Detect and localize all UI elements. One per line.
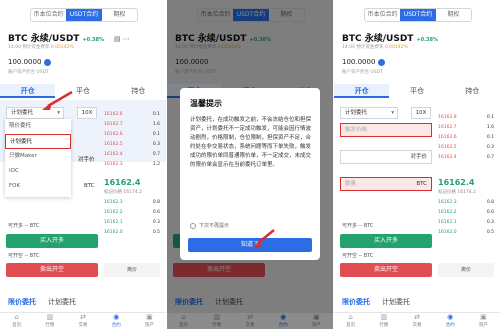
- nav-market[interactable]: ▥ 行情: [33, 313, 66, 329]
- ask-row[interactable]: 16162.4 0.7: [104, 152, 160, 157]
- pair-title[interactable]: BTC 永续/USDT +0.38%: [342, 31, 438, 44]
- pair-change: +0.38%: [82, 37, 104, 43]
- trigger-price-input[interactable]: 触发价格: [340, 123, 432, 137]
- leverage-select[interactable]: 10X: [77, 107, 97, 119]
- chevron-down-icon: ▾: [57, 110, 60, 116]
- tab-limit-orders[interactable]: 限价委托: [8, 296, 36, 308]
- chart-icon[interactable]: ▤ ⋯: [114, 35, 130, 43]
- nav-assets[interactable]: ▣ 资产: [133, 313, 166, 329]
- screen-3-plan-order-form: 币本位合约 USDT合约 期权 BTC 永续/USDT +0.38% 14:00 …: [334, 0, 500, 329]
- tab-close[interactable]: 平仓: [55, 84, 110, 98]
- radio-icon: [190, 222, 196, 229]
- dropdown-item-fok[interactable]: FOK: [5, 179, 71, 194]
- tab-open[interactable]: 开仓: [0, 84, 56, 98]
- last-price: 16162.4: [104, 178, 141, 187]
- nav-contract[interactable]: ◉ 合约: [100, 313, 133, 329]
- nav-home[interactable]: ⌂ 首页: [0, 313, 33, 329]
- mark-price: 标记价格 16174.2: [104, 190, 143, 195]
- qty-unit: BTC: [84, 183, 95, 189]
- modal-body: 计划委托，在成功触发之前，不会冻结仓位和担保资产，计划委托不一定成功触发，可能会…: [190, 117, 312, 168]
- bid-row[interactable]: 16162.2 0.6: [104, 210, 160, 215]
- dont-show-again-checkbox[interactable]: 下次不再提示: [190, 222, 229, 229]
- last-price: 16162.4: [438, 178, 475, 187]
- pair-title[interactable]: BTC 永续/USDT +0.38% ▤ ⋯: [8, 31, 130, 44]
- tab-usdt-margined[interactable]: USDT合约: [66, 9, 102, 21]
- side-action[interactable]: 离价: [438, 263, 494, 277]
- leverage-select[interactable]: 10X: [411, 107, 431, 119]
- balance: 100.0000: [342, 58, 386, 66]
- bottom-nav: ⌂ 首页 ▥ 行情 ⇄ 交易 ◉ 合约 ▣ 资产: [334, 312, 500, 329]
- sell-open-short-button[interactable]: 卖出开空: [340, 263, 432, 277]
- ask-row[interactable]: 16162.3 1.2: [104, 162, 160, 167]
- ask-row[interactable]: 16162.7 1.6: [104, 122, 160, 127]
- funding-rate: 14:00 预计资金费率 0.00142%: [342, 45, 408, 50]
- order-list-tabs: 限价委托 计划委托: [342, 298, 410, 306]
- order-type-select[interactable]: 计划委托 ▾: [340, 107, 398, 119]
- order-type-dropdown: 限价委托 计划委托 只做Maker IOC FOK: [5, 119, 71, 197]
- screen-1-order-type-dropdown: 币本位合约 USDT合约 期权 BTC 永续/USDT +0.38% ▤ ⋯ 14:…: [0, 0, 166, 329]
- home-icon: ⌂: [14, 313, 19, 321]
- ask-row[interactable]: 16162.6 0.1: [104, 132, 160, 137]
- wallet-icon: ▣: [146, 313, 153, 321]
- contract-type-tabs: 币本位合约 USDT合约 期权: [30, 8, 138, 22]
- buy-available: 可开多 -- BTC: [342, 223, 374, 229]
- balance: 100.0000: [8, 58, 52, 66]
- order-list-tabs: 限价委托 计划委托: [0, 296, 166, 308]
- bid-row[interactable]: 16162.0 0.5: [104, 230, 160, 235]
- balance-sub: 账户资产折合 USDT: [342, 70, 383, 75]
- warning-modal: 温馨提示 计划委托，在成功触发之前，不会冻结仓位和担保资产，计划委托不一定成功触…: [180, 88, 320, 260]
- order-tabs: 开仓 平仓 持仓: [334, 84, 500, 98]
- ask-row[interactable]: 16162.5 0.3: [104, 142, 160, 147]
- contract-type-tabs: 币本位合约 USDT合约 期权: [364, 8, 472, 22]
- buy-available: 可开多 -- BTC: [8, 223, 40, 229]
- dropdown-item-limit[interactable]: 限价委托: [5, 119, 71, 134]
- sell-available: 可开空 -- BTC: [8, 253, 40, 259]
- balance-sub: 账户资产折合 USDT: [8, 70, 49, 75]
- contract-icon: ◉: [113, 313, 120, 321]
- order-type-select[interactable]: 计划委托 ▾: [6, 107, 64, 119]
- mark-price: 标记价格 16174.2: [438, 190, 477, 195]
- order-price-input[interactable]: 对手价: [340, 150, 432, 164]
- buy-open-long-button[interactable]: 买入开多: [6, 234, 98, 248]
- quantity-input[interactable]: 数量 BTC: [340, 177, 432, 191]
- modal-title: 温馨提示: [190, 99, 222, 108]
- sell-available: 可开空 -- BTC: [342, 253, 374, 259]
- dropdown-item-plan[interactable]: 计划委托: [5, 134, 71, 149]
- funding-rate: 14:00 预计资金费率 0.00142%: [8, 45, 74, 50]
- bottom-nav: ⌂ 首页 ▥ 行情 ⇄ 交易 ◉ 合约 ▣ 资产: [0, 312, 166, 329]
- buy-open-long-button[interactable]: 买入开多: [340, 234, 432, 248]
- trade-icon: ⇄: [80, 313, 86, 321]
- dropdown-item-maker[interactable]: 只做Maker: [5, 149, 71, 164]
- bid-row[interactable]: 16162.1 0.3: [104, 220, 160, 225]
- market-icon: ▥: [46, 313, 54, 321]
- side-action[interactable]: 离价: [104, 263, 160, 277]
- got-it-button[interactable]: 知道了: [188, 238, 312, 252]
- tab-plan-orders[interactable]: 计划委托: [48, 296, 76, 308]
- tab-options[interactable]: 期权: [102, 9, 137, 21]
- tab-coin-margined[interactable]: 币本位合约: [31, 9, 66, 21]
- transfer-icon[interactable]: [44, 58, 52, 66]
- sell-open-short-button[interactable]: 卖出开空: [6, 263, 98, 277]
- ask-row[interactable]: 16162.8 0.1: [104, 112, 160, 117]
- nav-trade[interactable]: ⇄ 交易: [66, 313, 99, 329]
- order-tabs: 开仓 平仓 持仓: [0, 84, 166, 98]
- dropdown-item-ioc[interactable]: IOC: [5, 164, 71, 179]
- transfer-icon[interactable]: [378, 58, 386, 66]
- price-mode[interactable]: 对手价: [78, 155, 95, 163]
- bid-row[interactable]: 16162.3 0.8: [104, 200, 160, 205]
- tab-position[interactable]: 持仓: [111, 84, 166, 98]
